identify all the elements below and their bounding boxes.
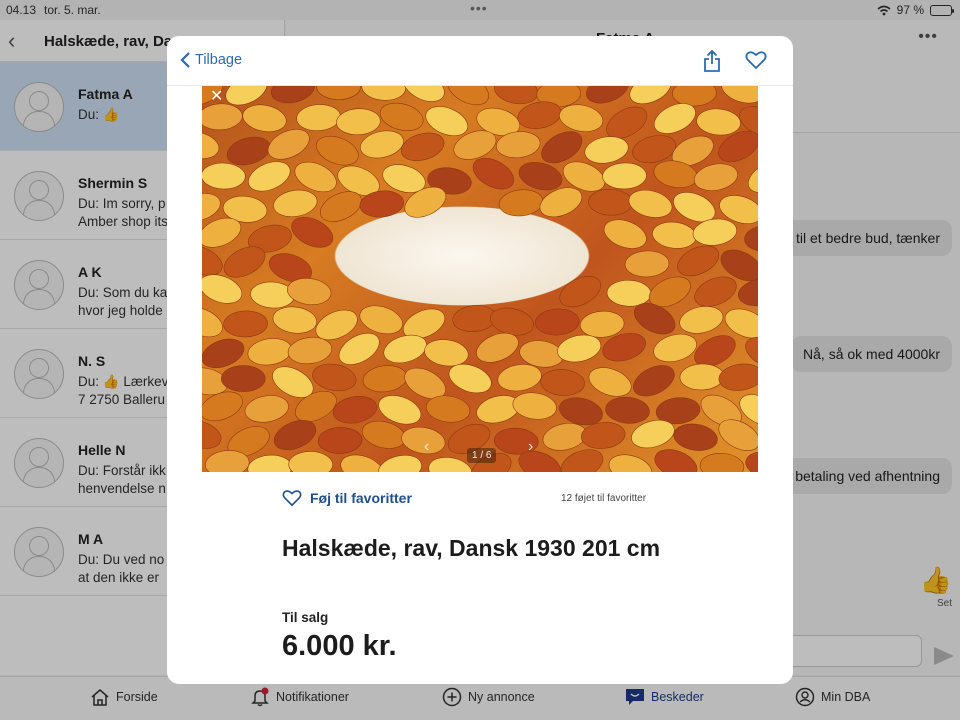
amber-beads-image xyxy=(202,86,758,472)
back-button[interactable]: Tilbage xyxy=(179,51,242,69)
previous-photo-icon[interactable]: ‹ xyxy=(424,438,429,456)
modal-header: Tilbage xyxy=(167,36,793,86)
listing-price: 6.000 kr. xyxy=(282,630,397,662)
favorite-count: 12 føjet til favoritter xyxy=(561,493,647,504)
listing-title: Halskæde, rav, Dansk 1930 201 cm xyxy=(282,535,661,561)
heart-icon xyxy=(282,490,302,507)
close-photo-icon[interactable]: ✕ xyxy=(210,86,223,106)
photo-counter: 1 / 6 xyxy=(467,448,497,463)
add-to-favorites-button[interactable]: Føj til favoritter xyxy=(282,489,412,507)
chevron-left-icon xyxy=(180,52,190,68)
favorite-label: Føj til favoritter xyxy=(310,490,412,506)
listing-photo[interactable]: ✕ ‹ › 1 / 6 xyxy=(202,86,758,472)
sale-label: Til salg xyxy=(282,610,329,625)
heart-icon[interactable] xyxy=(745,50,767,70)
listing-modal: Tilbage ✕ ‹ › 1 / 6 Føj til favoritter 1… xyxy=(167,36,793,684)
back-label: Tilbage xyxy=(195,52,243,68)
share-icon[interactable] xyxy=(703,50,721,72)
next-photo-icon[interactable]: › xyxy=(528,438,533,456)
